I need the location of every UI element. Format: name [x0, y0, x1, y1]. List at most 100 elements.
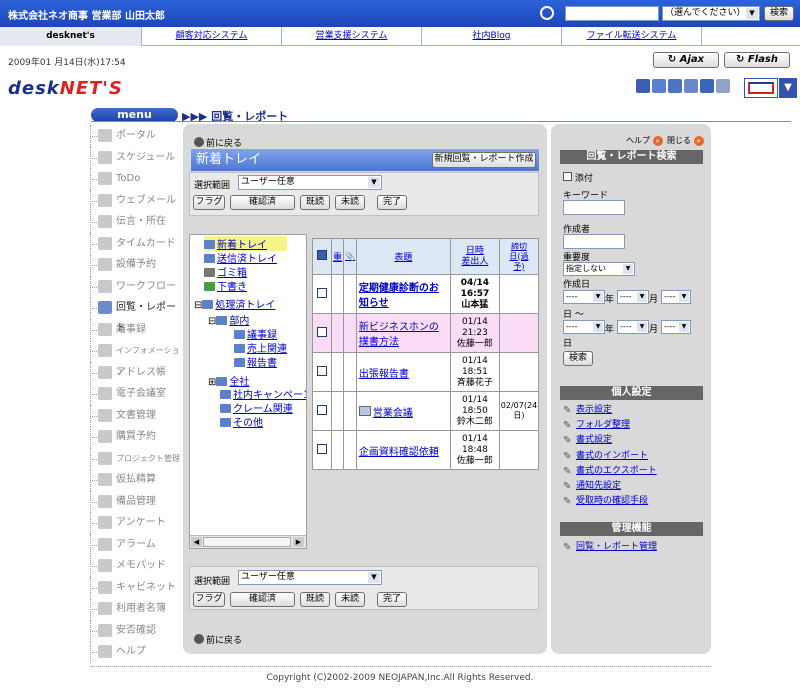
to-day-select[interactable]: ----: [661, 320, 691, 334]
menu-item-documents[interactable]: 文書管理: [88, 404, 180, 426]
menu-item-cabinet[interactable]: キャビネット: [88, 576, 180, 598]
menu-item-facility[interactable]: 設備予約: [88, 254, 180, 276]
user-icon[interactable]: [636, 79, 650, 93]
back-link-bottom[interactable]: 前に戻る: [194, 633, 242, 646]
row-title[interactable]: 営業会議: [373, 408, 413, 419]
select-all-checkbox[interactable]: [312, 238, 332, 275]
attach-checkbox[interactable]: [563, 172, 572, 181]
menu-item-circular-report[interactable]: 回覧・レポート: [88, 297, 180, 334]
row-checkbox[interactable]: [316, 365, 327, 376]
tab-blog[interactable]: 社内Blog: [421, 27, 561, 46]
read-button-bottom[interactable]: 既読: [300, 592, 330, 607]
menu-item-address[interactable]: アドレス帳: [88, 361, 180, 383]
tree-item-other[interactable]: その他: [220, 414, 263, 429]
personal-link[interactable]: ✎ 書式のエクスポート: [563, 464, 657, 479]
table-row[interactable]: 新ビジネスホンの撲書方法 01/14 21:23 佐藤一郎: [312, 313, 540, 353]
close-link[interactable]: 閉じる »: [667, 135, 704, 146]
menu-item-project[interactable]: プロジェクト管理: [88, 447, 180, 469]
done-button-bottom[interactable]: 完了: [377, 592, 407, 607]
col-datetime[interactable]: 日時 差出人: [449, 238, 500, 275]
search-icon[interactable]: [540, 6, 554, 20]
menu-item-message[interactable]: 伝言・所在: [88, 211, 180, 233]
search-button[interactable]: 検索: [563, 351, 593, 366]
menu-item-conference[interactable]: 電子会議室: [88, 383, 180, 405]
attachment-icon[interactable]: 📎: [343, 238, 357, 275]
tree-item-sent[interactable]: 送信済トレイ: [204, 250, 277, 265]
keyword-input[interactable]: [563, 200, 625, 215]
row-checkbox[interactable]: [316, 287, 327, 298]
personal-link[interactable]: ✎ 通知先設定: [563, 479, 657, 494]
menu-item-safety[interactable]: 安否確認: [88, 619, 180, 641]
tree-item-drafts[interactable]: 下書き: [204, 278, 247, 293]
col-due[interactable]: 締切 日(過 予): [498, 238, 540, 275]
tree-item-sales[interactable]: 売上関連: [234, 340, 287, 355]
flash-button[interactable]: ↻ Flash: [724, 52, 790, 68]
table-row[interactable]: 営業会議 01/14 18:50 鈴木二郎 02/07(24日): [312, 391, 540, 431]
confirmed-button[interactable]: 確認済: [230, 195, 295, 210]
menu-item-expense[interactable]: 仮払精算: [88, 469, 180, 491]
tree-item-inbox[interactable]: 新着トレイ: [204, 236, 287, 251]
tree-item-complaint[interactable]: クレーム関連: [220, 400, 293, 415]
done-button[interactable]: 完了: [377, 195, 407, 210]
tab-sales[interactable]: 営業支援システム: [281, 27, 421, 46]
from-day-select[interactable]: ----: [661, 290, 691, 304]
attach-option[interactable]: 添付: [563, 171, 593, 184]
col-flag[interactable]: 重: [330, 238, 345, 275]
table-row[interactable]: 企画資料確認依頼 01/14 18:48 佐藤一郎: [312, 430, 540, 470]
screen-toggle-icon[interactable]: [744, 78, 778, 98]
tab-customer[interactable]: 顧客対応システム: [141, 27, 281, 46]
row-title[interactable]: 定期健康診断のお知らせ: [359, 283, 439, 309]
tab-desknets[interactable]: desknet's: [0, 27, 141, 46]
menu-item-information[interactable]: インフォメーション: [88, 340, 180, 376]
tree-item-campaign[interactable]: 社内キャンペーン: [220, 386, 306, 401]
mail-icon[interactable]: [700, 79, 714, 93]
menu-item-alarm[interactable]: アラーム: [88, 533, 180, 555]
memo-icon[interactable]: [668, 79, 682, 93]
header-search-button[interactable]: 検索: [764, 6, 794, 21]
tab-file-transfer[interactable]: ファイル転送システム: [561, 27, 701, 46]
row-title[interactable]: 出張報告書: [359, 369, 409, 380]
tree-item-dept[interactable]: ⊟ 部内: [208, 312, 249, 327]
importance-select[interactable]: 指定しない: [563, 262, 635, 276]
chevron-down-icon[interactable]: ▼: [779, 78, 797, 98]
row-checkbox[interactable]: [316, 326, 327, 337]
confirmed-button-bottom[interactable]: 確認済: [230, 592, 295, 607]
unread-button-bottom[interactable]: 未読: [335, 592, 365, 607]
menu-item-todo[interactable]: ToDo: [88, 168, 180, 190]
menu-item-portal[interactable]: ポータル: [88, 125, 180, 147]
menu-item-equipment[interactable]: 備品管理: [88, 490, 180, 512]
to-year-select[interactable]: ----: [563, 320, 605, 334]
personal-link[interactable]: ✎ フォルダ整理: [563, 418, 657, 433]
flag-button-bottom[interactable]: フラグ: [193, 592, 225, 607]
header-search-input[interactable]: [565, 6, 659, 21]
tree-item-trash[interactable]: ゴミ箱: [204, 264, 247, 279]
scroll-thumb[interactable]: [203, 537, 291, 547]
header-search-select[interactable]: （選んでください）: [662, 6, 760, 21]
table-row[interactable]: 定期健康診断のお知らせ 04/14 16:57 山本猛: [312, 274, 540, 314]
personal-link[interactable]: ✎ 受取時の確認手段: [563, 494, 657, 509]
ajax-button[interactable]: ↻ Ajax: [653, 52, 719, 68]
from-month-select[interactable]: ----: [617, 290, 649, 304]
scroll-right-icon[interactable]: ▶: [293, 537, 304, 547]
range-select[interactable]: ユーザー任意: [238, 175, 382, 190]
tree-item-minutes[interactable]: 議事録: [234, 326, 277, 341]
personal-link[interactable]: ✎ 書式設定: [563, 433, 657, 448]
menu-item-timecard[interactable]: タイムカード: [88, 232, 180, 254]
from-year-select[interactable]: ----: [563, 290, 605, 304]
row-checkbox[interactable]: [316, 404, 327, 415]
personal-link[interactable]: ✎ 表示設定: [563, 403, 657, 418]
menu-item-users[interactable]: 利用者名簿: [88, 598, 180, 620]
menu-item-workflow[interactable]: ワークフロー: [88, 275, 180, 297]
menu-item-survey[interactable]: アンケート: [88, 512, 180, 534]
row-title[interactable]: 新ビジネスホンの撲書方法: [359, 322, 439, 348]
tree-item-processed[interactable]: ⊟ 処理済トレイ: [194, 296, 275, 311]
row-checkbox[interactable]: [316, 443, 327, 454]
menu-item-help[interactable]: ヘルプ: [88, 641, 180, 663]
address-icon[interactable]: [652, 79, 666, 93]
col-title[interactable]: 表題: [355, 238, 451, 275]
range-select-bottom[interactable]: ユーザー任意: [238, 570, 382, 585]
menu-item-webmail[interactable]: ウェブメール: [88, 189, 180, 211]
window-icon[interactable]: [716, 79, 730, 93]
tree-item-reports[interactable]: 報告書: [234, 354, 277, 369]
back-link-top[interactable]: 前に戻る: [194, 136, 242, 149]
